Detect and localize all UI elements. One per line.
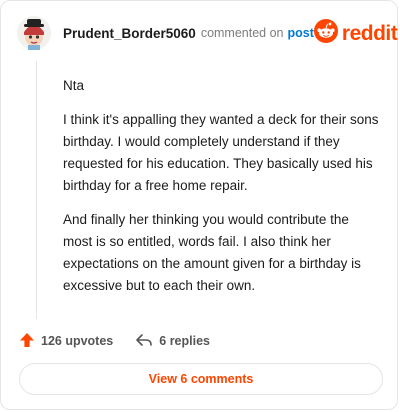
- commented-on-label: commented on: [200, 26, 284, 40]
- reply-arrow-icon: [135, 332, 153, 351]
- view-comments-button[interactable]: View 6 comments: [19, 363, 383, 395]
- reddit-wordmark: reddit: [341, 21, 398, 45]
- reddit-snoo-icon: [313, 18, 338, 48]
- reddit-logo[interactable]: reddit: [313, 18, 398, 48]
- upvote-arrow-icon: [19, 332, 35, 351]
- upvote-count: 126 upvotes: [41, 334, 114, 348]
- comment-paragraph: And finally her thinking you would contr…: [63, 212, 361, 293]
- comment-body: Nta I think it's appalling they wanted a…: [63, 75, 379, 309]
- comment-actions: 126 upvotes 6 replies: [19, 330, 210, 352]
- upvote-button[interactable]: 126 upvotes: [19, 332, 113, 351]
- reply-button[interactable]: 6 replies: [135, 332, 210, 351]
- user-avatar[interactable]: [17, 16, 51, 50]
- username[interactable]: Prudent_Border5060: [63, 26, 196, 41]
- post-link[interactable]: post: [288, 26, 314, 40]
- thread-line: [36, 61, 37, 319]
- reply-count: 6 replies: [159, 334, 210, 348]
- comment-paragraph: I think it's appalling they wanted a dec…: [63, 112, 379, 193]
- comment-card: Prudent_Border5060 commented on post red…: [0, 0, 398, 410]
- comment-paragraph: Nta: [63, 78, 85, 93]
- comment-header: Prudent_Border5060 commented on post red…: [17, 15, 398, 51]
